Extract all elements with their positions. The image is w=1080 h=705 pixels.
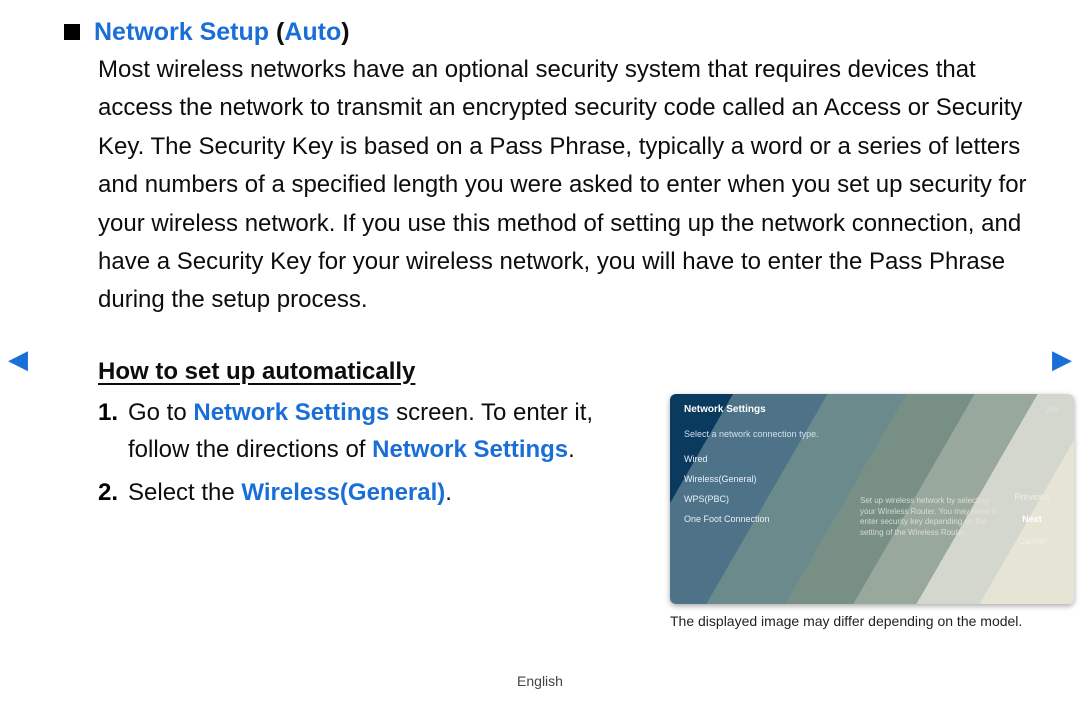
section-title-paren-close: )	[341, 18, 349, 46]
document-page: Network Setup (Auto) Most wireless netwo…	[0, 0, 1080, 631]
step-2: Select the Wireless(General).	[98, 474, 658, 511]
tv-help-text: Set up wireless network by selecting you…	[860, 496, 1000, 539]
section-title-auto: Auto	[284, 18, 341, 46]
step-1-link-network-settings-2: Network Settings	[372, 436, 568, 463]
footer-language: English	[0, 673, 1080, 689]
step-2-text-b: .	[445, 479, 452, 506]
step-1: Go to Network Settings screen. To enter …	[98, 394, 658, 468]
tv-button-previous: Previous	[1006, 486, 1058, 508]
prev-page-arrow[interactable]: ◀	[8, 344, 28, 375]
section-paragraph: Most wireless networks have an optional …	[98, 51, 1046, 320]
section-title-main: Network Setup	[94, 18, 276, 46]
next-page-arrow[interactable]: ▶	[1052, 344, 1072, 375]
step-2-text-a: Select the	[128, 479, 241, 506]
tv-option-wireless-general: Wireless(General)	[684, 469, 1060, 489]
tv-subtitle: Select a network connection type.	[684, 429, 1060, 439]
steps-list: Go to Network Settings screen. To enter …	[98, 394, 658, 512]
tv-screenshot: Network Settings Select a network connec…	[670, 394, 1074, 604]
step-1-text-a: Go to	[128, 399, 193, 426]
tv-button-next: Next	[1006, 508, 1058, 530]
tv-title: Network Settings	[684, 404, 1060, 415]
step-1-text-c: .	[568, 436, 575, 463]
section-title: Network Setup (Auto)	[94, 18, 350, 47]
tv-page-counter: 2/6	[1045, 404, 1058, 414]
tv-button-cancel: Cancel	[1006, 530, 1058, 552]
image-caption: The displayed image may differ depending…	[670, 612, 1074, 631]
bullet-square-icon	[64, 24, 80, 40]
tv-option-wired: Wired	[684, 449, 1060, 469]
sub-heading: How to set up automatically	[98, 358, 1046, 386]
tv-right-buttons: Previous Next Cancel	[1006, 486, 1058, 552]
step-2-link-wireless-general: Wireless(General)	[241, 479, 445, 506]
step-1-link-network-settings: Network Settings	[193, 399, 389, 426]
section-header-row: Network Setup (Auto)	[64, 18, 1046, 47]
